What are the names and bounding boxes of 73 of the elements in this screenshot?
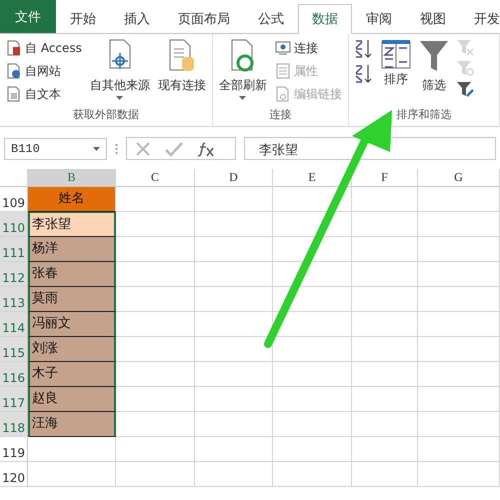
row-header[interactable]: 120 bbox=[0, 462, 28, 487]
table-cell: 姓名 bbox=[28, 187, 116, 212]
row-header[interactable]: 116 bbox=[0, 362, 28, 387]
table-cell bbox=[352, 212, 418, 237]
table-cell bbox=[352, 287, 418, 312]
ribbon-button[interactable]: 自网站 bbox=[4, 60, 84, 82]
check-icon[interactable] bbox=[165, 140, 183, 156]
table-cell: 冯丽文 bbox=[28, 312, 116, 337]
table-cell: 张春 bbox=[28, 262, 116, 287]
ribbon-button[interactable]: 连接 bbox=[272, 37, 344, 59]
sort-descending-icon bbox=[354, 63, 374, 85]
table-cell bbox=[352, 437, 418, 462]
clear-filter-icon bbox=[456, 38, 474, 56]
group-title: 排序和筛选 bbox=[395, 107, 452, 123]
row-header[interactable]: 111 bbox=[0, 237, 28, 262]
table-cell bbox=[352, 362, 418, 387]
row-header[interactable]: 112 bbox=[0, 262, 28, 287]
edit-links-icon bbox=[274, 86, 291, 102]
column-header[interactable]: F bbox=[352, 169, 418, 187]
table-cell: 汪海 bbox=[28, 412, 116, 437]
row-header[interactable]: 119 bbox=[0, 437, 28, 462]
properties-icon bbox=[274, 63, 291, 79]
ribbon-button[interactable]: 全部刷新 bbox=[216, 37, 269, 107]
grip-icon bbox=[115, 142, 118, 154]
ribbon-icon-button[interactable] bbox=[454, 79, 475, 99]
row-header[interactable]: 117 bbox=[0, 387, 28, 412]
row-header[interactable]: 114 bbox=[0, 312, 28, 337]
table-cell: 杨洋 bbox=[28, 237, 116, 262]
reapply-filter-icon bbox=[456, 59, 474, 77]
table-cell bbox=[352, 237, 418, 262]
table-cell bbox=[352, 187, 418, 212]
ribbon-button[interactable]: 筛选 bbox=[416, 37, 451, 107]
name-box[interactable]: B110 bbox=[4, 138, 107, 160]
cancel-icon[interactable] bbox=[135, 140, 151, 156]
table-cell: 赵良 bbox=[28, 387, 116, 412]
function-icon[interactable] bbox=[197, 140, 215, 156]
row-header[interactable]: 115 bbox=[0, 337, 28, 362]
row-header[interactable]: 110 bbox=[0, 212, 28, 237]
group-title: 连接 bbox=[268, 107, 292, 123]
ribbon-tab[interactable]: 数据 bbox=[298, 4, 352, 34]
web-file-icon bbox=[6, 63, 22, 79]
connection-icon bbox=[274, 40, 291, 56]
table-cell bbox=[352, 262, 418, 287]
ribbon-tab[interactable]: 文件 bbox=[0, 0, 56, 33]
sort-icon bbox=[380, 39, 411, 69]
column-header[interactable]: D bbox=[195, 169, 273, 187]
table-cell: 李张望 bbox=[28, 212, 116, 237]
table-cell bbox=[352, 387, 418, 412]
table-cell: 莫雨 bbox=[28, 287, 116, 312]
table-cell bbox=[352, 462, 418, 487]
access-file-icon bbox=[6, 40, 22, 56]
table-cell: 刘涨 bbox=[28, 337, 116, 362]
table-cell bbox=[352, 337, 418, 362]
row-header[interactable]: 109 bbox=[0, 187, 28, 212]
row-header[interactable]: 113 bbox=[0, 287, 28, 312]
ribbon-button[interactable]: 自其他来源 bbox=[88, 37, 152, 107]
ribbon-button[interactable]: 现有连接 bbox=[156, 37, 208, 107]
table-cell: 木子 bbox=[28, 362, 116, 387]
group-title: 获取外部数据 bbox=[72, 107, 140, 123]
caret-icon bbox=[93, 146, 100, 150]
column-header[interactable]: C bbox=[116, 169, 195, 187]
column-header[interactable]: B bbox=[28, 169, 116, 187]
ribbon-button[interactable]: 自文本 bbox=[4, 83, 84, 105]
sort-ascending-icon bbox=[354, 38, 374, 60]
advanced-filter-icon bbox=[456, 80, 474, 98]
ribbon-button[interactable]: 自 Access bbox=[4, 37, 84, 59]
table-cell bbox=[352, 312, 418, 337]
text-file-icon bbox=[6, 86, 22, 102]
formula-field[interactable]: 李张望 bbox=[244, 137, 496, 160]
row-header[interactable]: 118 bbox=[0, 412, 28, 437]
column-header[interactable]: G bbox=[418, 169, 500, 187]
table-cell bbox=[352, 412, 418, 437]
ribbon-button[interactable]: 排序 bbox=[378, 37, 413, 107]
